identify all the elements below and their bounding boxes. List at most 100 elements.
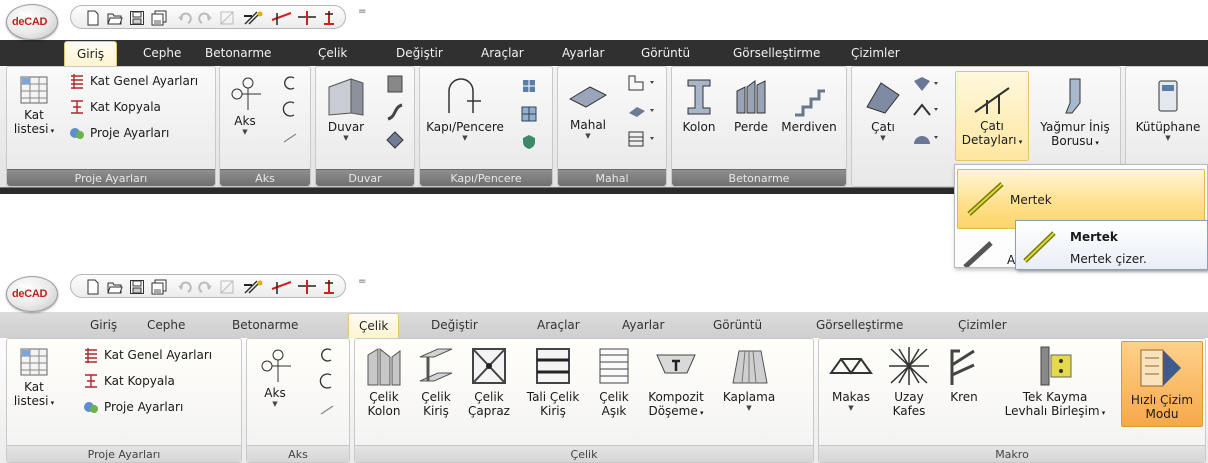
- kat-kopyala-button[interactable]: Kat Kopyala: [83, 373, 175, 389]
- uzay-kafes-button[interactable]: Uzay Kafes: [881, 345, 937, 418]
- window-icon[interactable]: [219, 10, 235, 26]
- celik-kolon-button[interactable]: Çelik Kolon: [359, 345, 409, 418]
- customize-quick-access-2[interactable]: =: [358, 276, 366, 287]
- tab-cephe[interactable]: Cephe: [147, 318, 185, 332]
- curve-axis-icon[interactable]: [282, 101, 298, 117]
- rafter-icon-2[interactable]: [963, 235, 993, 268]
- dome-icon[interactable]: [912, 129, 940, 147]
- save-all-icon[interactable]: [151, 279, 167, 295]
- kat-genel-ayarlari-button[interactable]: Kat Genel Ayarları: [83, 347, 212, 363]
- undo-icon[interactable]: [177, 279, 193, 295]
- roof-gem-icon[interactable]: [912, 75, 940, 93]
- celik-capraz-button[interactable]: Çelik Çapraz: [463, 345, 515, 418]
- level-icon[interactable]: [321, 279, 337, 295]
- kren-button[interactable]: Kren: [939, 345, 989, 404]
- tab-cizimler[interactable]: Çizimler: [851, 46, 900, 60]
- curved-wall-icon[interactable]: [384, 101, 406, 123]
- polyline-room-icon[interactable]: [626, 73, 656, 93]
- tali-celik-kiris-button[interactable]: Tali Çelik Kiriş: [519, 345, 587, 418]
- kapi-pencere-button[interactable]: Kapı/Pencere ▼: [424, 77, 506, 143]
- tab-araclar[interactable]: Araçlar: [481, 46, 524, 60]
- magic-wand-icon[interactable]: [243, 10, 265, 26]
- level-icon[interactable]: [321, 10, 337, 26]
- application-menu-button[interactable]: deCAD: [6, 4, 58, 40]
- celik-asik-button[interactable]: Çelik Aşık: [589, 345, 639, 418]
- aks-button[interactable]: Aks ▼: [224, 77, 266, 137]
- open-file-icon[interactable]: [107, 10, 123, 26]
- rotate-axis-icon[interactable]: [319, 401, 335, 417]
- duvar-button[interactable]: Duvar ▼: [320, 77, 372, 143]
- save-icon[interactable]: [129, 10, 145, 26]
- window-grid-icon[interactable]: [520, 77, 538, 95]
- kaplama-button[interactable]: Kaplama ▼: [715, 345, 783, 413]
- slab-icon[interactable]: [384, 129, 406, 151]
- customize-quick-access[interactable]: =: [358, 6, 366, 17]
- proje-ayarlari-button[interactable]: Proje Ayarları: [69, 125, 169, 141]
- magic-wand-icon[interactable]: [243, 279, 265, 295]
- tab-gorsellestirme[interactable]: Görselleştirme: [733, 46, 820, 60]
- application-menu-button-2[interactable]: deCAD: [6, 276, 58, 312]
- rotate-axis-icon[interactable]: [282, 129, 298, 145]
- tab-degistir[interactable]: Değiştir: [396, 46, 443, 60]
- line-axis-icon[interactable]: [271, 10, 293, 26]
- hizli-cizim-modu-button[interactable]: Hızlı Çizim Modu: [1121, 341, 1203, 427]
- group-label-aks: Aks: [247, 445, 349, 462]
- tab-goruntu[interactable]: Görüntü: [641, 46, 690, 60]
- kompozit-doseme-button[interactable]: Kompozit Döşeme ▾: [639, 345, 713, 420]
- cati-detaylari-button[interactable]: Çatı Detayları ▾: [955, 71, 1029, 161]
- cati-button[interactable]: Çatı ▼: [856, 77, 910, 143]
- tab-gorsellestirme[interactable]: Görselleştirme: [816, 318, 903, 332]
- kutuphane-button[interactable]: Kütüphane ▼: [1128, 77, 1208, 143]
- kat-listesi-button[interactable]: Kat listesi ▾: [11, 347, 57, 410]
- new-file-icon[interactable]: [85, 279, 101, 295]
- shield-icon[interactable]: [520, 133, 538, 151]
- floor-tile-icon[interactable]: [626, 101, 656, 121]
- kat-genel-ayarlari-button[interactable]: Kat Genel Ayarları: [69, 73, 198, 89]
- tab-celik[interactable]: Çelik: [348, 313, 400, 339]
- new-file-icon[interactable]: [85, 10, 101, 26]
- perde-button[interactable]: Perde: [726, 77, 776, 134]
- tab-celik[interactable]: Çelik: [318, 46, 347, 60]
- proje-ayarlari-button[interactable]: Proje Ayarları: [83, 399, 183, 415]
- line-axis-icon[interactable]: [271, 279, 293, 295]
- kat-listesi-button[interactable]: Kat listesi ▾: [11, 75, 57, 138]
- tab-goruntu[interactable]: Görüntü: [713, 318, 762, 332]
- open-file-icon[interactable]: [107, 279, 123, 295]
- window-icon[interactable]: [219, 279, 235, 295]
- roof-truss-icon[interactable]: [912, 101, 940, 119]
- tab-giris[interactable]: Giriş: [90, 318, 117, 332]
- menu-item-second[interactable]: A: [1007, 253, 1015, 267]
- app-logo: deCAD: [12, 16, 48, 28]
- mahal-button[interactable]: Mahal ▼: [562, 77, 614, 141]
- undo-icon[interactable]: [177, 10, 193, 26]
- curve-axis-icon[interactable]: [319, 373, 335, 389]
- arc-axis-icon[interactable]: [282, 75, 298, 91]
- kat-kopyala-button[interactable]: Kat Kopyala: [69, 99, 161, 115]
- arc-axis-icon[interactable]: [319, 347, 335, 363]
- yagmur-inis-borusu-button[interactable]: Yağmur İniş Borusu ▾: [1032, 77, 1118, 150]
- kolon-button[interactable]: Kolon: [674, 77, 724, 134]
- column-block-icon[interactable]: [384, 73, 406, 95]
- redo-icon[interactable]: [197, 279, 213, 295]
- tab-ayarlar[interactable]: Ayarlar: [622, 318, 664, 332]
- tab-giris[interactable]: Giriş: [64, 41, 118, 66]
- window-panel-icon[interactable]: [520, 105, 538, 123]
- table-list-icon[interactable]: [626, 129, 656, 149]
- dimension-icon[interactable]: [297, 10, 317, 26]
- tab-betonarme[interactable]: Betonarme: [205, 46, 271, 60]
- dimension-icon[interactable]: [297, 279, 317, 295]
- aks-button[interactable]: Aks ▼: [253, 349, 297, 409]
- save-icon[interactable]: [129, 279, 145, 295]
- tab-cephe[interactable]: Cephe: [143, 46, 181, 60]
- tab-betonarme[interactable]: Betonarme: [232, 318, 298, 332]
- merdiven-button[interactable]: Merdiven: [776, 77, 842, 134]
- celik-kiris-button[interactable]: Çelik Kiriş: [413, 345, 459, 418]
- redo-icon[interactable]: [197, 10, 213, 26]
- tab-cizimler[interactable]: Çizimler: [958, 318, 1007, 332]
- tab-ayarlar[interactable]: Ayarlar: [562, 46, 604, 60]
- save-all-icon[interactable]: [151, 10, 167, 26]
- tek-kayma-levhali-birlesim-button[interactable]: Tek Kayma Levhalı Birleşim ▾: [993, 345, 1117, 420]
- tab-degistir[interactable]: Değiştir: [431, 318, 478, 332]
- tab-araclar[interactable]: Araçlar: [537, 318, 580, 332]
- makas-button[interactable]: Makas ▼: [823, 345, 879, 413]
